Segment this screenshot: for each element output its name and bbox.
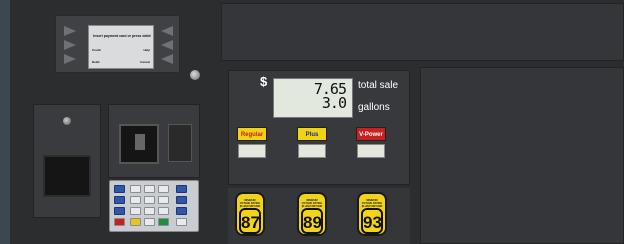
octane-value: 87: [239, 208, 261, 234]
screen-left-button-2[interactable]: [64, 40, 76, 50]
cancel-key[interactable]: [114, 218, 125, 226]
grade-vpower-price: [357, 144, 385, 158]
keypad-key[interactable]: [176, 207, 187, 215]
keypad-key[interactable]: [130, 196, 141, 204]
clear-key[interactable]: [130, 218, 141, 226]
screen-left-button-1[interactable]: [64, 26, 76, 36]
screen-right-button-2[interactable]: [161, 40, 173, 50]
keypad-key[interactable]: [114, 207, 125, 215]
keypad-key[interactable]: [176, 185, 187, 193]
grade-vpower-button[interactable]: V-Power: [356, 127, 386, 141]
octane-89-button[interactable]: MINIMUM OCTANE RATING (R+M)/2 METHOD 89: [297, 192, 327, 236]
keypad-key[interactable]: [130, 185, 141, 193]
screen-right-button-1[interactable]: [161, 26, 173, 36]
screen-option-right-top: Help: [143, 48, 150, 52]
keypad-key[interactable]: [158, 207, 169, 215]
pump-edge: [0, 0, 10, 244]
keypad-key[interactable]: [158, 185, 169, 193]
octane-note: MINIMUM OCTANE RATING (R+M)/2 METHOD: [361, 199, 383, 208]
receipt-button[interactable]: [63, 117, 71, 125]
keypad-key[interactable]: [176, 196, 187, 204]
grade-plus-price: [298, 144, 326, 158]
receipt-slot: [43, 155, 91, 197]
right-panel: [420, 67, 624, 244]
keypad-key[interactable]: [130, 207, 141, 215]
reader-window: [168, 124, 192, 162]
screen-message: Insert payment card or press debit: [93, 34, 151, 38]
keypad-key[interactable]: [144, 185, 155, 193]
payment-screen: Insert payment card or press debit Credi…: [88, 25, 154, 69]
octane-value: 93: [361, 208, 383, 234]
round-button[interactable]: [190, 70, 200, 80]
keypad-key[interactable]: [144, 218, 155, 226]
lcd-display: 7.65 3.0: [273, 78, 353, 118]
keypad-key[interactable]: [144, 207, 155, 215]
gallons-label: gallons: [358, 102, 390, 113]
keypad: [109, 180, 199, 232]
keypad-key[interactable]: [114, 196, 125, 204]
currency-symbol: $: [260, 74, 268, 89]
screen-option-right-bottom: Cancel: [140, 60, 150, 64]
card-reader-slot[interactable]: [119, 124, 159, 164]
sale-label: total sale: [358, 80, 399, 91]
screen-option-left-top: Credit: [92, 48, 101, 52]
grade-regular-button[interactable]: Regular: [237, 127, 267, 141]
grade-plus-button[interactable]: Plus: [297, 127, 327, 141]
screen-option-left-bottom: Debit: [92, 60, 100, 64]
top-panel: [221, 3, 624, 61]
octane-87-button[interactable]: MINIMUM OCTANE RATING (R+M)/2 METHOD 87: [235, 192, 265, 236]
screen-right-button-3[interactable]: [161, 54, 173, 64]
octane-note: MINIMUM OCTANE RATING (R+M)/2 METHOD: [239, 199, 261, 208]
card-icon: [135, 134, 145, 150]
keypad-key[interactable]: [144, 196, 155, 204]
octane-note: MINIMUM OCTANE RATING (R+M)/2 METHOD: [301, 199, 323, 208]
keypad-key[interactable]: [114, 185, 125, 193]
grade-regular-price: [238, 144, 266, 158]
enter-key[interactable]: [158, 218, 169, 226]
octane-93-button[interactable]: MINIMUM OCTANE RATING (R+M)/2 METHOD 93: [357, 192, 387, 236]
screen-left-button-3[interactable]: [64, 54, 76, 64]
keypad-key[interactable]: [158, 196, 169, 204]
keypad-key[interactable]: [176, 218, 187, 226]
gallons-value: 3.0: [321, 94, 347, 112]
octane-value: 89: [301, 208, 323, 234]
